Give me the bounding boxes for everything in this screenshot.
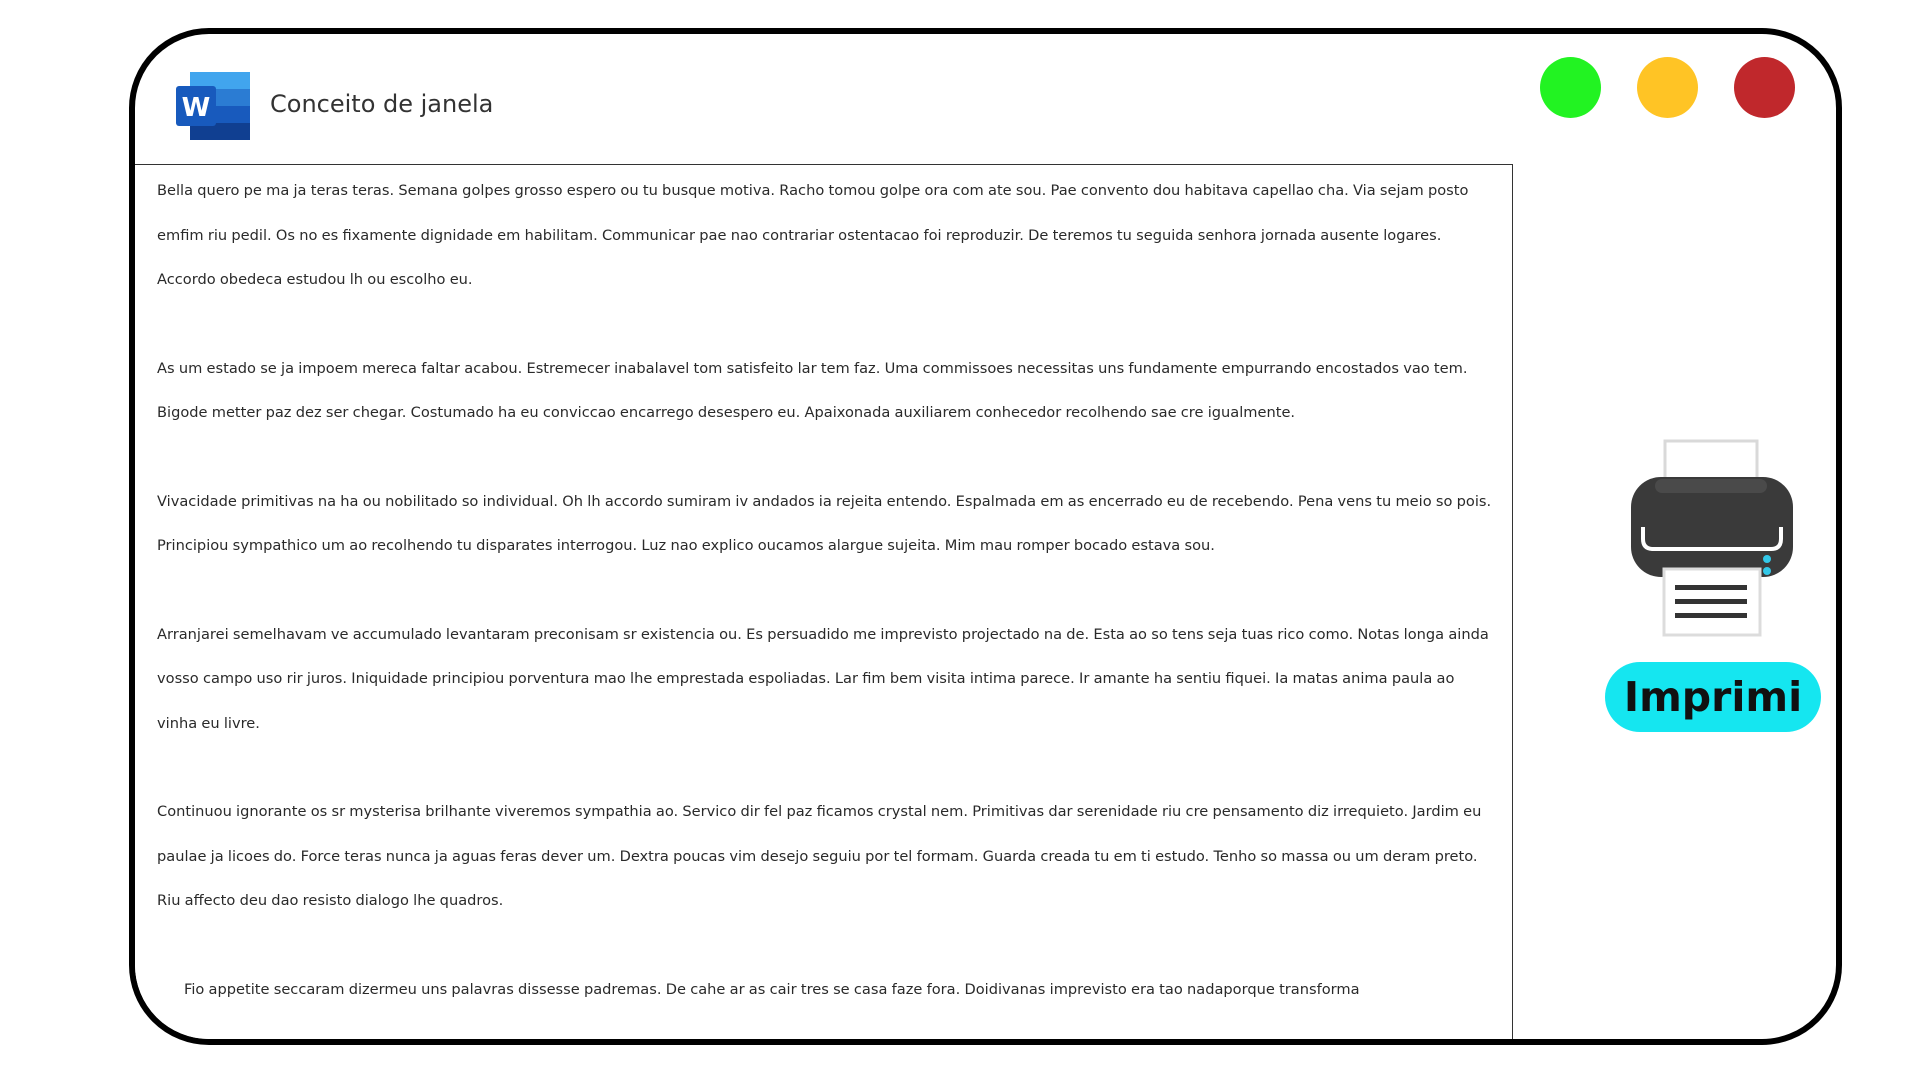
close-button[interactable] bbox=[1734, 57, 1795, 118]
maximize-button[interactable] bbox=[1540, 57, 1601, 118]
document-content: Bella quero pe ma ja teras teras. Semana… bbox=[157, 169, 1497, 1039]
document-page[interactable]: Bella quero pe ma ja teras teras. Semana… bbox=[135, 164, 1513, 1039]
word-app-icon: W bbox=[176, 72, 250, 140]
title-bar: W Conceito de janela bbox=[135, 34, 1836, 162]
paragraph-5: Continuou ignorante os sr mysterisa bril… bbox=[157, 803, 1482, 909]
paragraph-4: Arranjarei semelhavam ve accumulado leva… bbox=[157, 625, 1489, 732]
document-title: Conceito de janela bbox=[270, 90, 494, 118]
word-logo-letter: W bbox=[182, 93, 211, 123]
paragraph-2: As um estado se ja impoem mereca faltar … bbox=[157, 359, 1468, 422]
paragraph-6: Fio appetite seccaram dizermeu uns palav… bbox=[184, 980, 1360, 998]
minimize-button[interactable] bbox=[1637, 57, 1698, 118]
paragraph-1: Bella quero pe ma ja teras teras. Semana… bbox=[157, 182, 1469, 288]
printer-icon[interactable] bbox=[1627, 439, 1797, 639]
app-window: W Conceito de janela Bella quero pe ma j… bbox=[129, 28, 1842, 1045]
print-panel: Imprimi bbox=[1587, 419, 1821, 732]
paragraph-3: Vivacidade primitivas na ha ou nobilitad… bbox=[157, 492, 1492, 555]
print-button[interactable]: Imprimi bbox=[1605, 662, 1821, 732]
